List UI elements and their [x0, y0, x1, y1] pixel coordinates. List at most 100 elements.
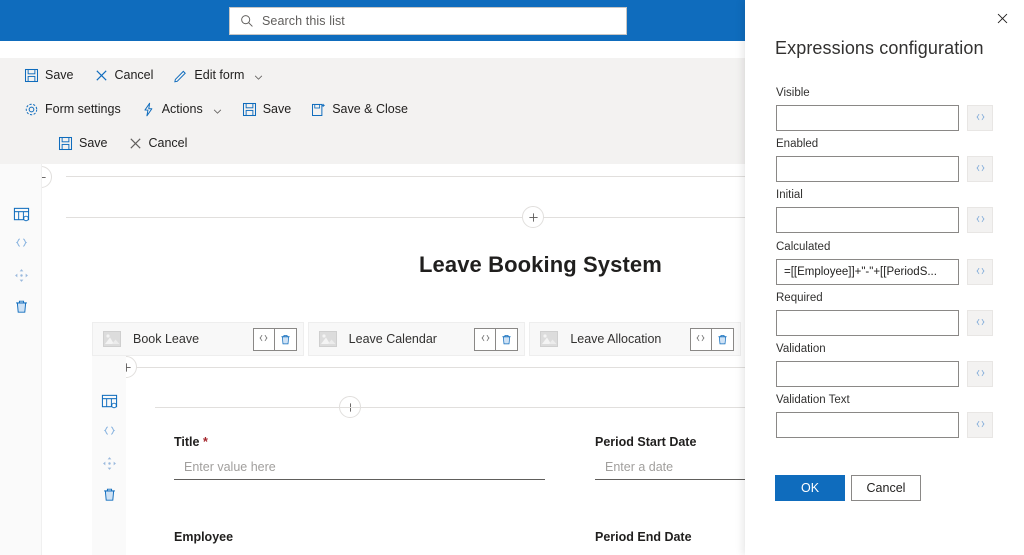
save-and-close-button[interactable]: Save & Close	[309, 99, 410, 120]
page-title: Leave Booking System	[419, 252, 662, 277]
panel-close-button[interactable]	[986, 4, 1018, 32]
validation-expression-input[interactable]	[776, 361, 959, 387]
calculated-expression-builder-button[interactable]	[967, 259, 993, 285]
outer-section-rail	[0, 164, 42, 555]
panel-field-row-visible	[776, 105, 993, 131]
required-expression-input[interactable]	[776, 310, 959, 336]
form-design-canvas: Leave Booking System	[42, 164, 745, 555]
tab-expression-button[interactable]	[474, 328, 497, 351]
command-bar-row-3: Save Cancel	[0, 126, 745, 160]
tab-actions	[474, 328, 519, 351]
rail-form-settings-button-outer[interactable]	[10, 203, 32, 225]
rail-expression-button-inner[interactable]	[98, 421, 120, 443]
ok-button[interactable]: OK	[775, 475, 845, 501]
tab-delete-button[interactable]	[496, 328, 519, 351]
title-input[interactable]: Enter value here	[174, 460, 545, 480]
form-settings-button[interactable]: Form settings	[22, 99, 123, 120]
panel-field-row-enabled	[776, 156, 993, 182]
add-section-button-2[interactable]	[522, 206, 544, 228]
enabled-expression-builder-button[interactable]	[967, 156, 993, 182]
expression-braces-icon	[975, 164, 985, 171]
tab-leave-allocation[interactable]: Leave Allocation	[529, 322, 741, 356]
expression-braces-icon	[15, 238, 27, 247]
expression-braces-icon	[481, 335, 490, 342]
rail-delete-button-inner[interactable]	[98, 483, 120, 505]
panel-field-row-required	[776, 310, 993, 336]
save-button-row2[interactable]: Save	[240, 99, 294, 120]
visible-expression-input[interactable]	[776, 105, 959, 131]
section-divider-4	[155, 407, 745, 408]
chevron-down-icon	[213, 105, 222, 114]
search-input[interactable]: Search this list	[229, 7, 627, 35]
validation-text-expression-builder-button[interactable]	[967, 412, 993, 438]
save-button-row3[interactable]: Save	[56, 133, 110, 154]
edit-form-button[interactable]: Edit form	[171, 65, 265, 86]
tab-label: Leave Calendar	[348, 332, 437, 346]
period-end-date-label: Period End Date	[595, 530, 692, 544]
close-icon	[94, 68, 109, 83]
expression-braces-icon	[975, 267, 985, 274]
tab-label: Leave Allocation	[570, 332, 662, 346]
tab-expression-button[interactable]	[689, 328, 712, 351]
cancel-button-row3[interactable]: Cancel	[126, 133, 190, 154]
cancel-button-row1[interactable]: Cancel	[92, 65, 156, 86]
panel-cancel-button[interactable]: Cancel	[851, 475, 921, 501]
tab-actions	[689, 328, 734, 351]
panel-field-row-validation-text	[776, 412, 993, 438]
delete-trash-icon	[718, 335, 727, 345]
rail-move-button-outer[interactable]	[10, 264, 32, 286]
form-settings-icon	[13, 207, 29, 221]
tab-leave-calendar[interactable]: Leave Calendar	[307, 322, 526, 356]
rail-delete-button-outer[interactable]	[10, 295, 32, 317]
cancel-label: Cancel	[114, 68, 154, 82]
move-icon	[14, 268, 28, 282]
chevron-down-icon	[254, 71, 263, 80]
panel-field-label-initial: Initial	[776, 189, 803, 201]
delete-trash-icon	[281, 335, 290, 345]
actions-button[interactable]: Actions	[139, 99, 224, 120]
save-icon	[24, 68, 39, 83]
delete-trash-icon	[15, 300, 27, 313]
validation-expression-builder-button[interactable]	[967, 361, 993, 387]
command-bar-row-1: Save Cancel Edit form	[0, 58, 745, 92]
validation-text-expression-input[interactable]	[776, 412, 959, 438]
period-start-date-label: Period Start Date	[595, 435, 697, 449]
tab-delete-button[interactable]	[711, 328, 734, 351]
save-button-row1[interactable]: Save	[22, 65, 76, 86]
visible-expression-builder-button[interactable]	[967, 105, 993, 131]
expressions-configuration-panel: Expressions configuration Visible Enable…	[745, 0, 1024, 555]
panel-field-label-visible: Visible	[776, 87, 810, 99]
rail-move-button-inner[interactable]	[98, 452, 120, 474]
image-placeholder-icon	[318, 331, 337, 347]
tab-actions	[252, 328, 297, 351]
save-label: Save	[79, 136, 108, 150]
tab-expression-button[interactable]	[252, 328, 275, 351]
rail-expression-button-outer[interactable]	[10, 233, 32, 255]
tab-book-leave[interactable]: Book Leave	[92, 322, 304, 356]
required-expression-builder-button[interactable]	[967, 310, 993, 336]
section-divider-top	[66, 176, 745, 177]
title-label-text: Title	[174, 435, 200, 449]
rail-form-settings-button-inner[interactable]	[98, 390, 120, 412]
pencil-icon	[173, 68, 188, 83]
close-icon	[997, 13, 1007, 23]
tab-delete-button[interactable]	[274, 328, 297, 351]
section-divider-2	[66, 217, 745, 218]
initial-expression-builder-button[interactable]	[967, 207, 993, 233]
save-label: Save	[262, 102, 292, 116]
save-and-close-label: Save & Close	[332, 102, 408, 116]
period-start-date-input[interactable]: Enter a date	[595, 460, 745, 480]
panel-field-row-initial	[776, 207, 993, 233]
calculated-expression-input[interactable]: =[[Employee]]+"-"+[[PeriodS...	[776, 259, 959, 285]
section-divider-3	[136, 367, 745, 368]
initial-expression-input[interactable]	[776, 207, 959, 233]
expression-braces-icon	[103, 426, 115, 435]
top-blue-bar: Search this list	[0, 0, 745, 41]
expression-braces-icon	[696, 335, 706, 342]
panel-title: Expressions configuration	[775, 38, 984, 58]
save-icon	[242, 102, 257, 117]
enabled-expression-input[interactable]	[776, 156, 959, 182]
panel-field-row-validation	[776, 361, 993, 387]
close-icon	[128, 136, 143, 151]
panel-field-label-calculated: Calculated	[776, 241, 831, 253]
